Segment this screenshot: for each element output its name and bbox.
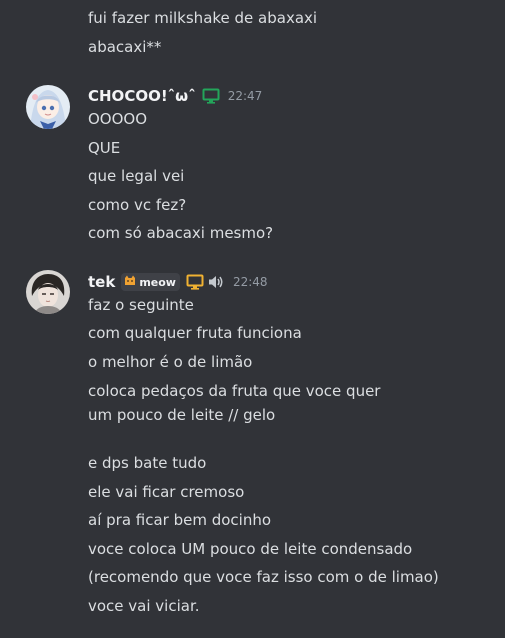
timestamp: 22:47 bbox=[227, 89, 263, 103]
message-line: coloca pedaços da fruta que voce quer bbox=[88, 382, 381, 400]
message-line: faz o seguinte bbox=[88, 296, 194, 314]
message-header: CHOCOO!ˆωˆ 22:47 bbox=[88, 85, 262, 107]
message-line: OOOOO bbox=[88, 110, 148, 128]
message-line: com qualquer fruta funciona bbox=[88, 324, 302, 342]
message-line: um pouco de leite // gelo bbox=[88, 406, 276, 424]
monitor-icon bbox=[202, 88, 220, 104]
message-line: que legal vei bbox=[88, 167, 185, 185]
message-line: com só abacaxi mesmo? bbox=[88, 224, 274, 242]
message-line: voce vai viciar. bbox=[88, 597, 200, 615]
username[interactable]: CHOCOO!ˆωˆ bbox=[88, 86, 196, 106]
monitor-icon bbox=[186, 274, 204, 290]
message-line: voce coloca UM pouco de leite condensado bbox=[88, 540, 413, 558]
avatar-chocoo[interactable] bbox=[26, 85, 70, 129]
message-line: aí pra ficar bem docinho bbox=[88, 511, 272, 529]
message-line: e dps bate tudo bbox=[88, 454, 207, 472]
clan-tag-label: meow bbox=[139, 275, 176, 289]
cat-icon bbox=[124, 275, 136, 289]
avatar-tek[interactable] bbox=[26, 270, 70, 314]
chat-messages: fui fazer milkshake de abaxaxi abacaxi**… bbox=[0, 0, 505, 638]
message-line: ele vai ficar cremoso bbox=[88, 483, 245, 501]
message-line: abacaxi** bbox=[88, 38, 162, 56]
message-line: QUE bbox=[88, 139, 121, 157]
message-line: como vc fez? bbox=[88, 196, 187, 214]
username[interactable]: tek bbox=[88, 272, 115, 292]
timestamp: 22:48 bbox=[232, 275, 268, 289]
message-line: fui fazer milkshake de abaxaxi bbox=[88, 9, 318, 27]
message-header: tek meow 22:48 bbox=[88, 271, 268, 293]
message-line: o melhor é o de limão bbox=[88, 353, 253, 371]
clan-tag[interactable]: meow bbox=[121, 273, 180, 291]
speaker-icon bbox=[207, 274, 225, 290]
message-line: (recomendo que voce faz isso com o de li… bbox=[88, 568, 439, 586]
